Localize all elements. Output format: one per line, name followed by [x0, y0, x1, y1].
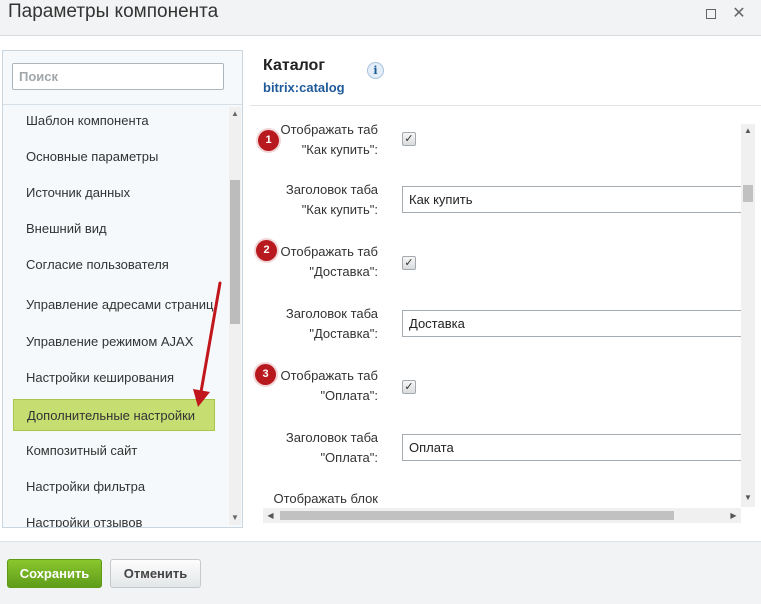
row-label-show-how-to-buy: Отображать таб "Как купить":	[250, 120, 378, 160]
sidebar-item-ajax-mode[interactable]: Управление режимом AJAX	[13, 330, 215, 352]
scroll-down-icon[interactable]: ▼	[229, 511, 241, 525]
row-label-show-delivery: Отображать таб "Доставка":	[250, 242, 378, 282]
save-button[interactable]: Сохранить	[7, 559, 102, 588]
label-line: Отображать таб	[280, 122, 378, 137]
sidebar-item-main-params[interactable]: Основные параметры	[13, 145, 215, 167]
label-line: "Как купить":	[301, 142, 378, 157]
dialog-footer: Сохранить Отменить	[0, 541, 761, 604]
label-line: Отображать таб	[280, 368, 378, 383]
how-to-buy-title-input[interactable]	[402, 186, 741, 213]
window-titlebar: Параметры компонента ✕	[0, 0, 761, 36]
scroll-up-icon[interactable]: ▲	[741, 124, 755, 138]
scroll-left-icon[interactable]: ◀	[263, 508, 278, 523]
search-input[interactable]	[12, 63, 224, 90]
row-label-show-payment: Отображать таб "Оплата":	[250, 366, 378, 406]
sidebar-item-appearance[interactable]: Внешний вид	[13, 217, 215, 239]
component-header: Каталог i bitrix:catalog	[250, 50, 761, 106]
row-label-payment-title: Заголовок таба "Оплата":	[250, 428, 378, 468]
checkbox-show-how-to-buy[interactable]: ✓	[402, 132, 416, 146]
close-icon[interactable]: ✕	[730, 5, 748, 23]
sidebar: Шаблон компонента Основные параметры Ист…	[2, 50, 243, 528]
row-label-delivery-title: Заголовок таба "Доставка":	[250, 304, 378, 344]
label-line: "Доставка":	[309, 264, 378, 279]
cancel-button[interactable]: Отменить	[110, 559, 201, 588]
label-line: Заголовок таба	[285, 430, 378, 445]
delivery-title-input[interactable]	[402, 310, 741, 337]
label-line: "Оплата":	[320, 388, 378, 403]
payment-title-input[interactable]	[402, 434, 741, 461]
window-title: Параметры компонента	[8, 1, 219, 22]
sidebar-item-review-settings[interactable]: Настройки отзывов	[13, 511, 215, 528]
form-vertical-scrollbar[interactable]: ▲ ▼	[741, 124, 755, 507]
sidebar-item-filter-settings[interactable]: Настройки фильтра	[13, 475, 215, 497]
info-icon[interactable]: i	[367, 62, 384, 79]
search-bar	[3, 51, 242, 105]
scroll-up-icon[interactable]: ▲	[229, 107, 241, 121]
row-label-how-to-buy-title: Заголовок таба "Как купить":	[250, 180, 378, 220]
component-code: bitrix:catalog	[263, 80, 345, 95]
sidebar-item-caching[interactable]: Настройки кеширования	[13, 366, 215, 388]
sidebar-scrollbar[interactable]: ▲ ▼	[229, 107, 241, 525]
sidebar-item-url-management[interactable]: Управление адресами страниц	[13, 288, 215, 320]
label-line: Отображать блок	[273, 491, 378, 506]
component-title: Каталог	[263, 57, 325, 74]
settings-form: 1 Отображать таб "Как купить": ✓ Заголов…	[250, 107, 741, 507]
checkbox-show-delivery[interactable]: ✓	[402, 256, 416, 270]
maximize-icon[interactable]	[702, 5, 720, 23]
label-line: "Как купить":	[301, 202, 378, 217]
form-horizontal-scrollbar[interactable]: ◀ ▶	[263, 508, 741, 523]
scroll-right-icon[interactable]: ▶	[726, 508, 741, 523]
sidebar-item-user-consent[interactable]: Согласие пользователя	[13, 253, 215, 275]
label-line: Отображать таб	[280, 244, 378, 259]
sidebar-scroll-thumb[interactable]	[230, 180, 240, 324]
label-line: Заголовок таба	[285, 182, 378, 197]
sidebar-item-template[interactable]: Шаблон компонента	[13, 109, 215, 131]
sidebar-item-composite-site[interactable]: Композитный сайт	[13, 439, 215, 461]
form-vertical-scroll-thumb[interactable]	[743, 185, 753, 202]
sidebar-item-additional-settings[interactable]: Дополнительные настройки	[13, 399, 215, 431]
label-line: Заголовок таба	[285, 306, 378, 321]
form-horizontal-scroll-thumb[interactable]	[280, 511, 674, 520]
scroll-down-icon[interactable]: ▼	[741, 491, 755, 505]
label-line: "Доставка":	[309, 326, 378, 341]
row-label-show-block: Отображать блок	[250, 489, 378, 507]
checkbox-show-payment[interactable]: ✓	[402, 380, 416, 394]
label-line: "Оплата":	[320, 450, 378, 465]
sidebar-item-data-source[interactable]: Источник данных	[13, 181, 215, 203]
